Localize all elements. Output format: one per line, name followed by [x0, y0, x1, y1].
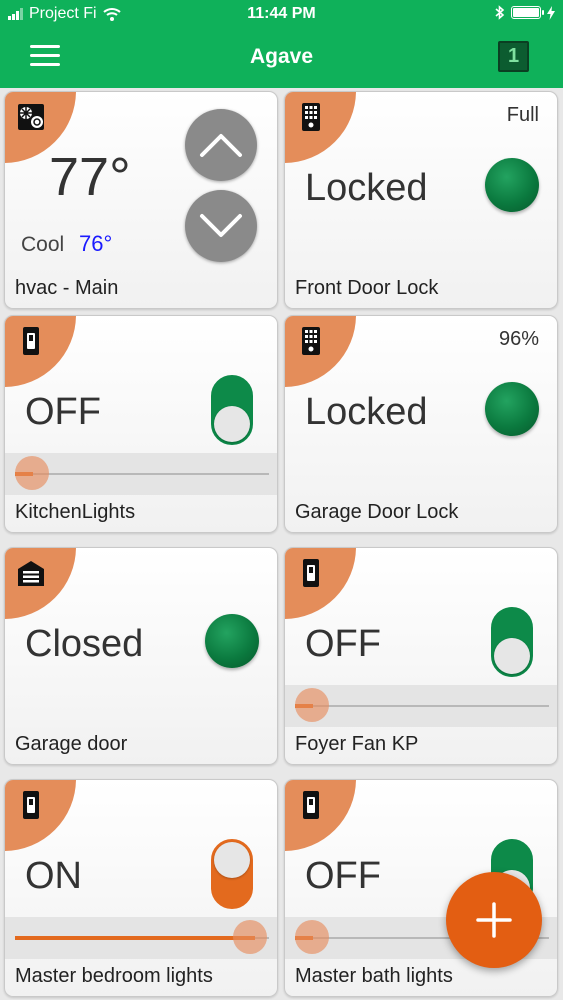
tile-name: Master bath lights [295, 965, 453, 987]
keypad-lock-icon [302, 327, 320, 355]
switch-state: ON [25, 855, 82, 897]
tile-name: hvac - Main [15, 277, 119, 299]
lock-state: Locked [305, 167, 428, 209]
lock-state: Locked [305, 391, 428, 433]
power-toggle[interactable] [211, 375, 253, 445]
garage-state: Closed [25, 623, 144, 665]
bluetooth-icon [495, 5, 505, 20]
tile-master-bedroom-lights[interactable]: ON Master bedroom lights [4, 779, 278, 997]
slider-thumb[interactable] [295, 920, 329, 954]
lock-status-indicator[interactable] [485, 158, 539, 212]
garage-icon [18, 561, 44, 586]
light-switch-icon [303, 559, 319, 587]
temp-up-button[interactable] [185, 109, 257, 181]
tile-hvac[interactable]: 77° Cool 76° hvac - Main [4, 91, 278, 309]
tile-name: Foyer Fan KP [295, 733, 419, 755]
temp-down-button[interactable] [185, 190, 257, 262]
chevron-up-icon [200, 134, 242, 157]
status-bar: Project Fi 11:44 PM [0, 0, 563, 28]
tile-name: Garage Door Lock [295, 501, 459, 523]
power-toggle[interactable] [491, 607, 533, 677]
lock-battery-status: 96% [498, 328, 539, 350]
notification-badge[interactable]: 1 [498, 41, 529, 72]
slider-thumb[interactable] [295, 688, 329, 722]
garage-status-indicator[interactable] [205, 614, 259, 668]
tile-garage-door-lock[interactable]: 96% Locked Garage Door Lock [284, 315, 558, 533]
battery-icon [511, 6, 544, 19]
lock-battery-status: Full [506, 104, 539, 126]
dimmer-slider[interactable] [5, 917, 277, 959]
plus-icon [476, 902, 512, 938]
light-switch-icon [23, 791, 39, 819]
power-toggle[interactable] [211, 839, 253, 909]
tile-foyer-fan[interactable]: OFF Foyer Fan KP [284, 547, 558, 765]
tile-name: KitchenLights [15, 501, 136, 523]
add-device-button[interactable] [446, 872, 542, 968]
hvac-mode: Cool [21, 233, 65, 256]
dimmer-slider[interactable] [5, 453, 277, 495]
light-switch-icon [303, 791, 319, 819]
light-switch-icon [23, 327, 39, 355]
hvac-icon [18, 104, 44, 130]
tile-name: Front Door Lock [295, 277, 439, 299]
tile-garage-door[interactable]: Closed Garage door [4, 547, 278, 765]
switch-state: OFF [305, 855, 381, 897]
status-time: 11:44 PM [247, 5, 316, 22]
current-temperature: 77° [49, 147, 131, 207]
keypad-lock-icon [302, 103, 320, 131]
app-title: Agave [249, 45, 314, 68]
switch-state: OFF [25, 391, 101, 433]
chevron-down-icon [200, 214, 242, 237]
tile-name: Master bedroom lights [15, 965, 213, 987]
hvac-setpoint: 76° [79, 231, 113, 256]
lock-status-indicator[interactable] [485, 382, 539, 436]
app-bar: Agave 1 [0, 28, 563, 88]
slider-thumb[interactable] [233, 920, 267, 954]
slider-thumb[interactable] [15, 456, 49, 490]
tile-kitchen-lights[interactable]: OFF KitchenLights [4, 315, 278, 533]
switch-state: OFF [305, 623, 381, 665]
dimmer-slider[interactable] [285, 685, 557, 727]
tile-name: Garage door [15, 733, 128, 755]
charging-icon [547, 5, 555, 20]
tile-front-door-lock[interactable]: Full Locked Front Door Lock [284, 91, 558, 309]
